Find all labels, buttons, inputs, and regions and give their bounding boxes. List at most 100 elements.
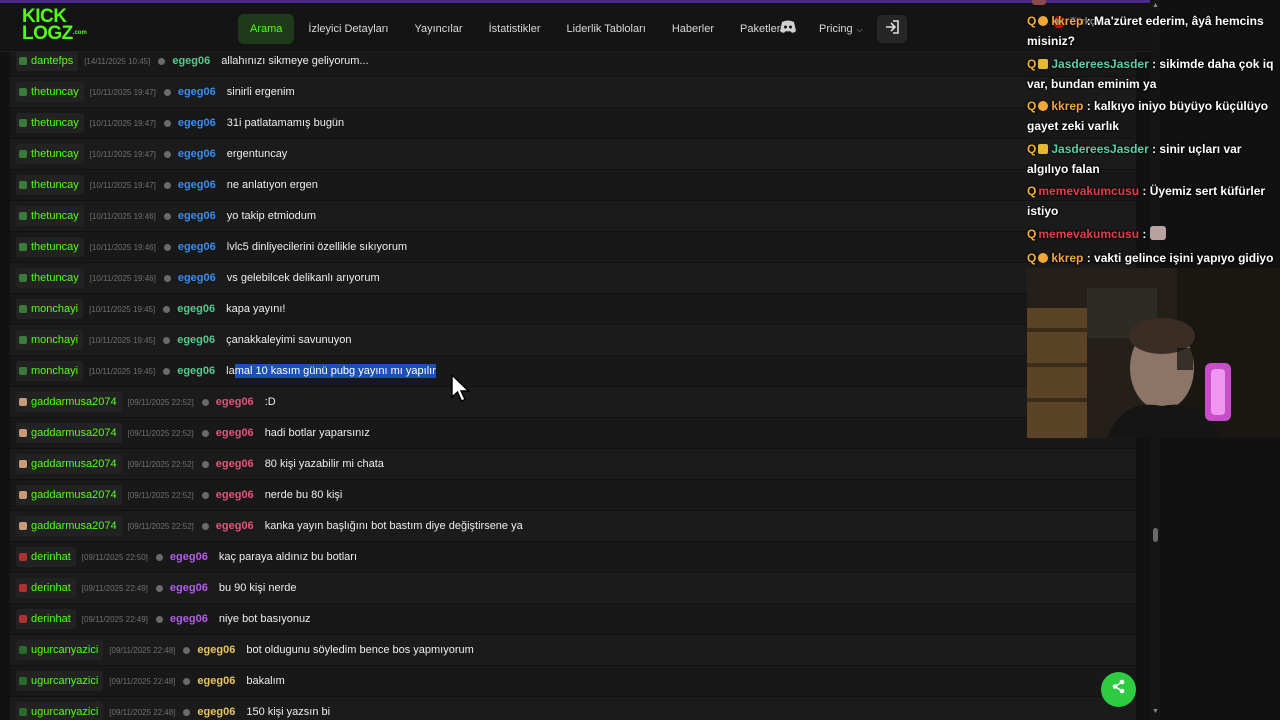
channel-avatar-icon xyxy=(163,88,171,96)
channel-avatar-icon xyxy=(155,584,163,592)
kicklogz-logo[interactable]: KICK LOGZ.com xyxy=(22,7,88,48)
overlay-badge-q: Q xyxy=(1027,251,1037,265)
channel-name[interactable]: egeg06 xyxy=(170,551,208,563)
overlay-chat-message: Qmemevakumcusu : xyxy=(1027,224,1279,244)
channel-name[interactable]: egeg06 xyxy=(197,706,235,718)
username-tag[interactable]: derinhat xyxy=(16,609,76,629)
username-tag[interactable]: gaddarmusa2074 xyxy=(16,454,122,474)
message-text[interactable]: kapa yayını! xyxy=(226,303,285,315)
message-text[interactable]: ne anlatıyon ergen xyxy=(227,179,318,191)
chat-log-row: monchayi [10/11/2025 19:45] egeg06 lamal 10… xyxy=(10,356,1136,387)
channel-name[interactable]: egeg06 xyxy=(216,427,254,439)
message-text[interactable]: yo takip etmiodum xyxy=(227,210,316,222)
discord-icon[interactable] xyxy=(773,17,803,41)
channel-avatar-icon xyxy=(163,150,171,158)
channel-avatar-icon xyxy=(201,398,209,406)
overlay-chat-message: Q JasdereesJasder : sikimde daha çok iq v… xyxy=(1027,54,1279,94)
channel-name[interactable]: egeg06 xyxy=(216,520,254,532)
channel-name[interactable]: egeg06 xyxy=(178,210,216,222)
share-icon xyxy=(1112,679,1125,694)
message-text[interactable]: bu 90 kişi nerde xyxy=(219,582,297,594)
channel-name[interactable]: egeg06 xyxy=(178,179,216,191)
nav-item-0[interactable]: Arama xyxy=(238,14,295,44)
username-tag[interactable]: gaddarmusa2074 xyxy=(16,392,122,412)
username-tag[interactable]: gaddarmusa2074 xyxy=(16,485,122,505)
channel-name[interactable]: egeg06 xyxy=(177,303,215,315)
scrollbar-thumb[interactable] xyxy=(1153,528,1158,542)
username-tag[interactable]: thetuncay xyxy=(16,175,84,195)
username-tag[interactable]: ugurcanyazici xyxy=(16,702,104,720)
nav-item-5[interactable]: Haberler xyxy=(660,14,726,44)
channel-name[interactable]: egeg06 xyxy=(178,148,216,160)
message-text[interactable]: nerde bu 80 kişi xyxy=(265,489,343,501)
message-text[interactable]: bakalım xyxy=(246,675,285,687)
username-tag[interactable]: monchayi xyxy=(16,299,84,319)
chat-log-row: ugurcanyazici [09/11/2025 22:48] egeg06 bot… xyxy=(10,635,1136,666)
scroll-down-icon[interactable]: ▼ xyxy=(1152,708,1159,715)
share-button[interactable] xyxy=(1101,672,1136,707)
channel-name[interactable]: egeg06 xyxy=(197,644,235,656)
timestamp: [09/11/2025 22:48] xyxy=(109,645,176,655)
channel-name[interactable]: egeg06 xyxy=(177,365,215,377)
nav-item-3[interactable]: İstatistikler xyxy=(477,14,553,44)
username-tag[interactable]: thetuncay xyxy=(16,237,84,257)
nav-item-4[interactable]: Liderlik Tabloları xyxy=(555,14,658,44)
channel-name[interactable]: egeg06 xyxy=(177,334,215,346)
message-text[interactable]: sinirli ergenim xyxy=(227,86,295,98)
user-badge-icon xyxy=(19,429,27,437)
message-text[interactable]: kaç paraya aldınız bu botları xyxy=(219,551,357,563)
message-text[interactable]: vs gelebilcek delikanlı arıyorum xyxy=(227,272,380,284)
message-text[interactable]: 150 kişi yazsın bi xyxy=(246,706,330,718)
username-tag[interactable]: thetuncay xyxy=(16,82,84,102)
username-tag[interactable]: derinhat xyxy=(16,547,76,567)
user-badge-icon xyxy=(19,584,27,592)
nav-item-1[interactable]: İzleyici Detayları xyxy=(296,14,400,44)
message-text[interactable]: lvlc5 dinliyecilerini özellikle sıkıyoru… xyxy=(227,241,407,253)
user-badge-icon xyxy=(19,708,27,716)
message-text[interactable]: lamal 10 kasım günü pubg yayını mı yapıl… xyxy=(226,364,436,378)
top-navbar: KICK LOGZ.com Arama İzleyici Detayları Yay… xyxy=(0,0,1152,52)
login-button[interactable] xyxy=(877,15,907,43)
main-nav: Arama İzleyici Detayları Yayıncılar İstatis… xyxy=(238,13,794,45)
channel-name[interactable]: egeg06 xyxy=(170,613,208,625)
username-tag[interactable]: ugurcanyazici xyxy=(16,671,104,691)
username-tag[interactable]: thetuncay xyxy=(16,113,84,133)
username-tag[interactable]: dantefps xyxy=(16,52,79,71)
username-tag[interactable]: gaddarmusa2074 xyxy=(16,516,122,536)
channel-name[interactable]: egeg06 xyxy=(178,117,216,129)
channel-name[interactable]: egeg06 xyxy=(178,241,216,253)
username-tag[interactable]: thetuncay xyxy=(16,206,84,226)
username-tag[interactable]: thetuncay xyxy=(16,144,84,164)
username-tag[interactable]: gaddarmusa2074 xyxy=(16,423,122,443)
channel-name[interactable]: egeg06 xyxy=(178,272,216,284)
channel-name[interactable]: egeg06 xyxy=(170,582,208,594)
channel-name[interactable]: egeg06 xyxy=(216,458,254,470)
channel-name[interactable]: egeg06 xyxy=(172,55,210,67)
message-text[interactable]: 80 kişi yazabilir mi chata xyxy=(265,458,384,470)
message-text[interactable]: bot oldugunu söyledim bence bos yapmıyor… xyxy=(246,644,473,656)
username-tag[interactable]: monchayi xyxy=(16,361,84,381)
channel-name[interactable]: egeg06 xyxy=(216,396,254,408)
message-text[interactable]: ergentuncay xyxy=(227,148,288,160)
message-text[interactable]: çanakkaleyimi savunuyon xyxy=(226,334,351,346)
message-text[interactable]: allahınızı sikmeye geliyorum... xyxy=(221,55,368,67)
username-tag[interactable]: ugurcanyazici xyxy=(16,640,104,660)
message-text[interactable]: niye bot basıyonuz xyxy=(219,613,311,625)
message-text[interactable]: 31i patlatamamış bugün xyxy=(227,117,344,129)
channel-name[interactable]: egeg06 xyxy=(197,675,235,687)
stream-chat-overlay: Qkkrep : Ma'züret ederim, âyâ hemcins mi… xyxy=(1024,0,1280,268)
channel-name[interactable]: egeg06 xyxy=(178,86,216,98)
nav-item-2[interactable]: Yayıncılar xyxy=(402,14,474,44)
channel-avatar-icon xyxy=(163,243,171,251)
message-text[interactable]: kanka yayın başlığını bot bastım diye de… xyxy=(265,520,523,532)
channel-avatar-icon xyxy=(155,553,163,561)
username-tag[interactable]: thetuncay xyxy=(16,268,84,288)
pricing-dropdown[interactable]: Pricing ⌵ xyxy=(819,17,863,41)
message-text[interactable]: hadi botlar yaparsınız xyxy=(265,427,370,439)
username-tag[interactable]: monchayi xyxy=(16,330,84,350)
message-text[interactable]: :D xyxy=(265,396,276,408)
overlay-badge-q: Q xyxy=(1027,14,1037,28)
username-tag[interactable]: derinhat xyxy=(16,578,76,598)
channel-name[interactable]: egeg06 xyxy=(216,489,254,501)
chat-log-row: thetuncay [10/11/2025 19:47] egeg06 sinirli… xyxy=(10,77,1136,108)
